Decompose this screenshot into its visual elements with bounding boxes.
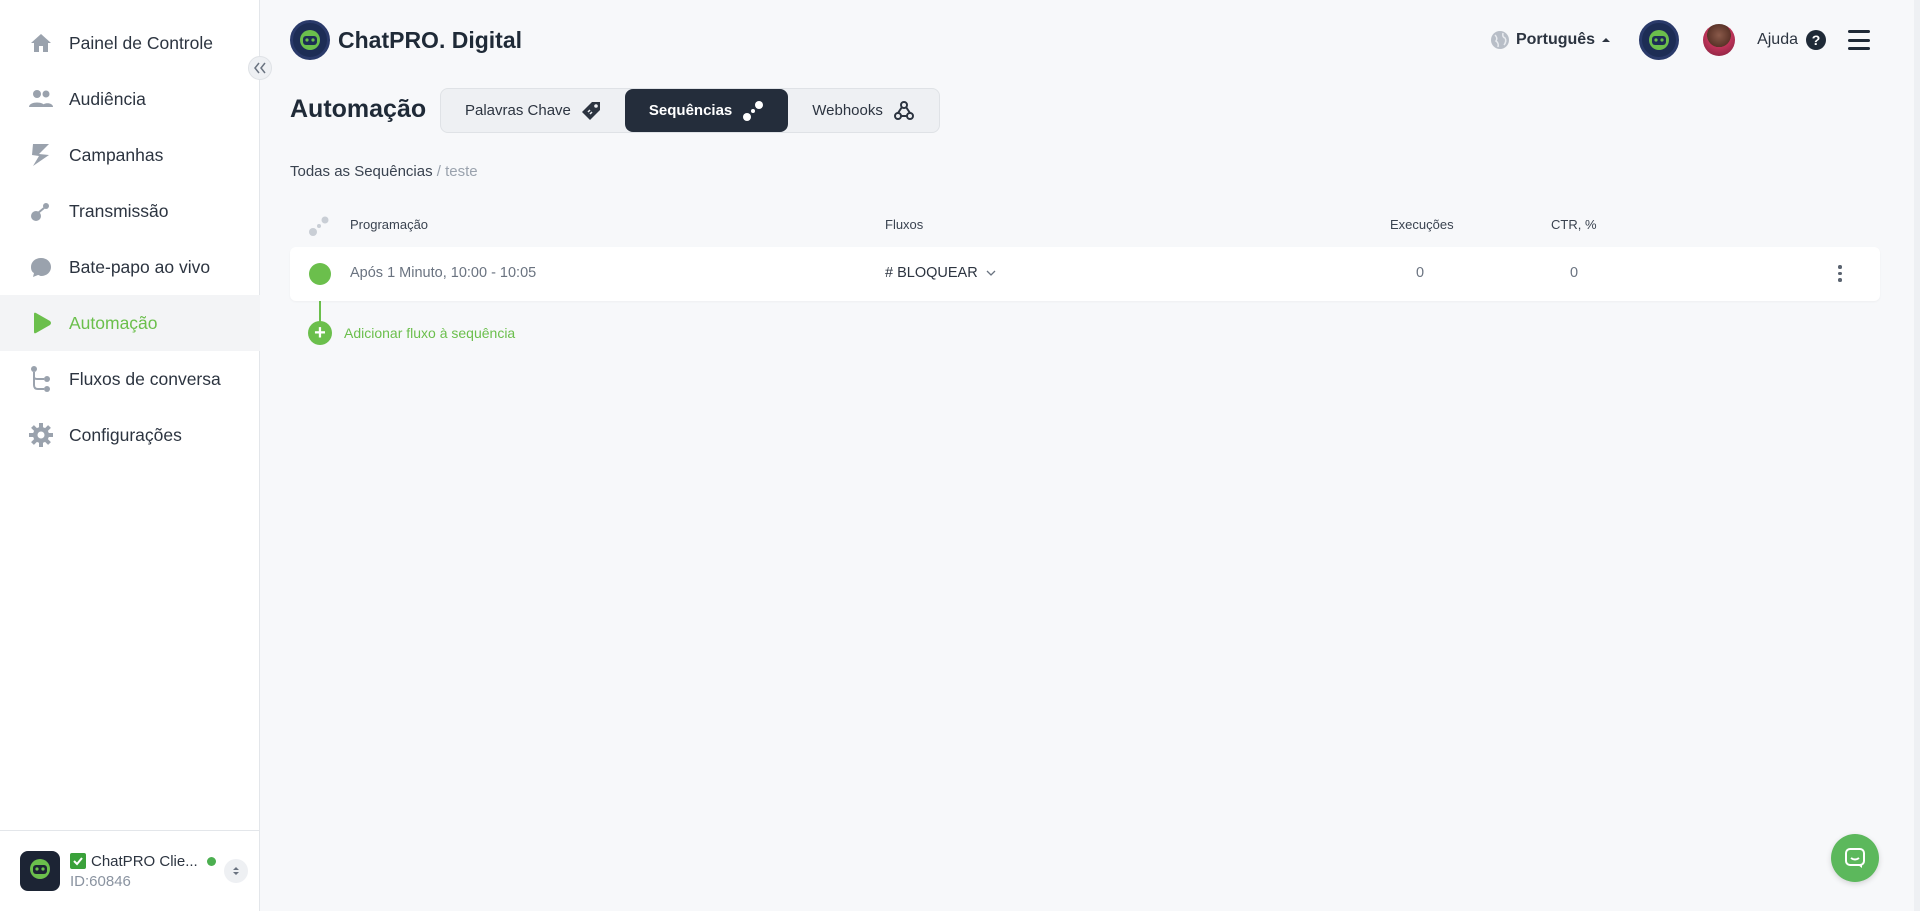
account-id: ID:60846 <box>70 872 131 890</box>
caret-up-icon <box>1602 38 1611 42</box>
table-row: Após 1 Minuto, 10:00 - 10:05 # BLOQUEAR … <box>290 247 1880 301</box>
sidebar-item-automacao[interactable]: Automação <box>0 295 260 351</box>
topbar: Português Ajuda ? <box>1490 20 1870 60</box>
chat-icon <box>1845 848 1865 868</box>
sidebar-item-bate-papo[interactable]: Bate-papo ao vivo <box>0 239 260 295</box>
add-flow-to-sequence-button[interactable]: + Adicionar fluxo à sequência <box>308 321 515 345</box>
account-name: ChatPRO Clie... <box>91 852 198 870</box>
header-ctr: CTR, % <box>1551 217 1597 232</box>
sidebar-item-transmissao[interactable]: Transmissão <box>0 183 260 239</box>
step-dot <box>309 263 331 285</box>
help-label: Ajuda <box>1757 31 1798 48</box>
sidebar-item-label: Campanhas <box>69 144 164 165</box>
language-selector[interactable]: Português <box>1490 30 1611 50</box>
sidebar-item-label: Configurações <box>69 424 182 445</box>
play-icon <box>28 310 54 336</box>
account-switch-icon[interactable] <box>224 859 248 883</box>
webhook-icon <box>893 100 914 120</box>
chat-bubble-icon <box>28 254 54 280</box>
online-status-dot <box>206 856 216 866</box>
user-avatar[interactable] <box>1703 24 1736 56</box>
sidebar-item-label: Fluxos de conversa <box>69 368 221 389</box>
flow-dropdown[interactable]: # BLOQUEAR <box>885 265 996 281</box>
collapse-sidebar-button[interactable] <box>248 56 272 80</box>
breadcrumb: Todas as Sequências / teste <box>290 163 478 180</box>
executions-cell: 0 <box>1416 265 1425 281</box>
table-header: Programação Fluxos Execuções CTR, % <box>290 215 1880 236</box>
brand-logo-icon <box>290 20 330 60</box>
broadcast-icon <box>28 198 54 224</box>
tab-sequencias[interactable]: Sequências <box>624 89 789 132</box>
language-label: Português <box>1515 31 1596 48</box>
sidebar-nav: Painel de Controle Audiência Campanhas T… <box>0 15 260 463</box>
breadcrumb-root-link[interactable]: Todas as Sequências <box>290 163 433 180</box>
sidebar-item-painel[interactable]: Painel de Controle <box>0 15 260 71</box>
flow-label: # BLOQUEAR <box>885 265 978 281</box>
breadcrumb-separator: / <box>436 163 441 180</box>
help-link[interactable]: Ajuda ? <box>1757 30 1826 50</box>
sidebar-item-audiencia[interactable]: Audiência <box>0 71 260 127</box>
sidebar-item-campanhas[interactable]: Campanhas <box>0 127 260 183</box>
tab-label: Webhooks <box>812 102 883 119</box>
sidebar-item-label: Audiência <box>69 88 146 109</box>
breadcrumb-current: teste <box>445 163 478 180</box>
bot-logo-icon[interactable] <box>1639 20 1680 60</box>
check-icon <box>70 853 86 869</box>
account-info: ChatPRO Clie... ID:60846 <box>70 853 224 890</box>
account-avatar <box>20 851 60 891</box>
row-menu-icon[interactable] <box>1838 265 1842 282</box>
sidebar-item-label: Painel de Controle <box>69 32 213 53</box>
chevron-down-icon <box>986 270 996 276</box>
sidebar-item-configuracoes[interactable]: Configurações <box>0 407 260 463</box>
add-flow-label: Adicionar fluxo à sequência <box>344 325 516 341</box>
header-flows: Fluxos <box>885 217 924 232</box>
sidebar-item-label: Bate-papo ao vivo <box>69 256 211 277</box>
schedule-cell[interactable]: Após 1 Minuto, 10:00 - 10:05 <box>350 265 536 281</box>
support-chat-button[interactable] <box>1831 834 1879 882</box>
tag-icon <box>581 101 600 120</box>
users-icon <box>28 86 54 112</box>
plus-icon: + <box>308 321 332 345</box>
tab-label: Palavras Chave <box>465 102 571 119</box>
sidebar-item-label: Transmissão <box>69 200 169 221</box>
hamburger-menu-icon[interactable] <box>1848 30 1870 50</box>
page-title: Automação <box>290 95 427 123</box>
megaphone-icon <box>28 142 54 168</box>
tab-palavras-chave[interactable]: Palavras Chave <box>441 89 625 132</box>
globe-icon <box>1490 31 1509 49</box>
tab-label: Sequências <box>648 102 733 119</box>
brand-name: ChatPRO. Digital <box>338 26 523 53</box>
sidebar-item-label: Automação <box>69 312 158 333</box>
header-executions: Execuções <box>1390 217 1454 232</box>
flow-icon <box>28 366 54 392</box>
gear-icon <box>28 422 54 448</box>
double-chevron-left-icon <box>254 62 266 74</box>
account-switcher[interactable]: ChatPRO Clie... ID:60846 <box>0 830 260 911</box>
page-scrollbar[interactable] <box>1914 0 1920 911</box>
brand[interactable]: ChatPRO. Digital <box>290 20 522 60</box>
sequence-icon <box>743 100 764 121</box>
question-icon: ? <box>1806 30 1826 50</box>
home-icon <box>28 30 54 56</box>
header-schedule: Programação <box>350 217 429 232</box>
automation-tabs: Palavras Chave Sequências Webhooks <box>440 88 940 133</box>
sequence-header-icon <box>309 216 329 236</box>
sidebar-item-fluxos[interactable]: Fluxos de conversa <box>0 351 260 407</box>
sidebar: Painel de Controle Audiência Campanhas T… <box>0 0 260 911</box>
tab-webhooks[interactable]: Webhooks <box>788 89 939 132</box>
ctr-cell: 0 <box>1570 265 1579 281</box>
